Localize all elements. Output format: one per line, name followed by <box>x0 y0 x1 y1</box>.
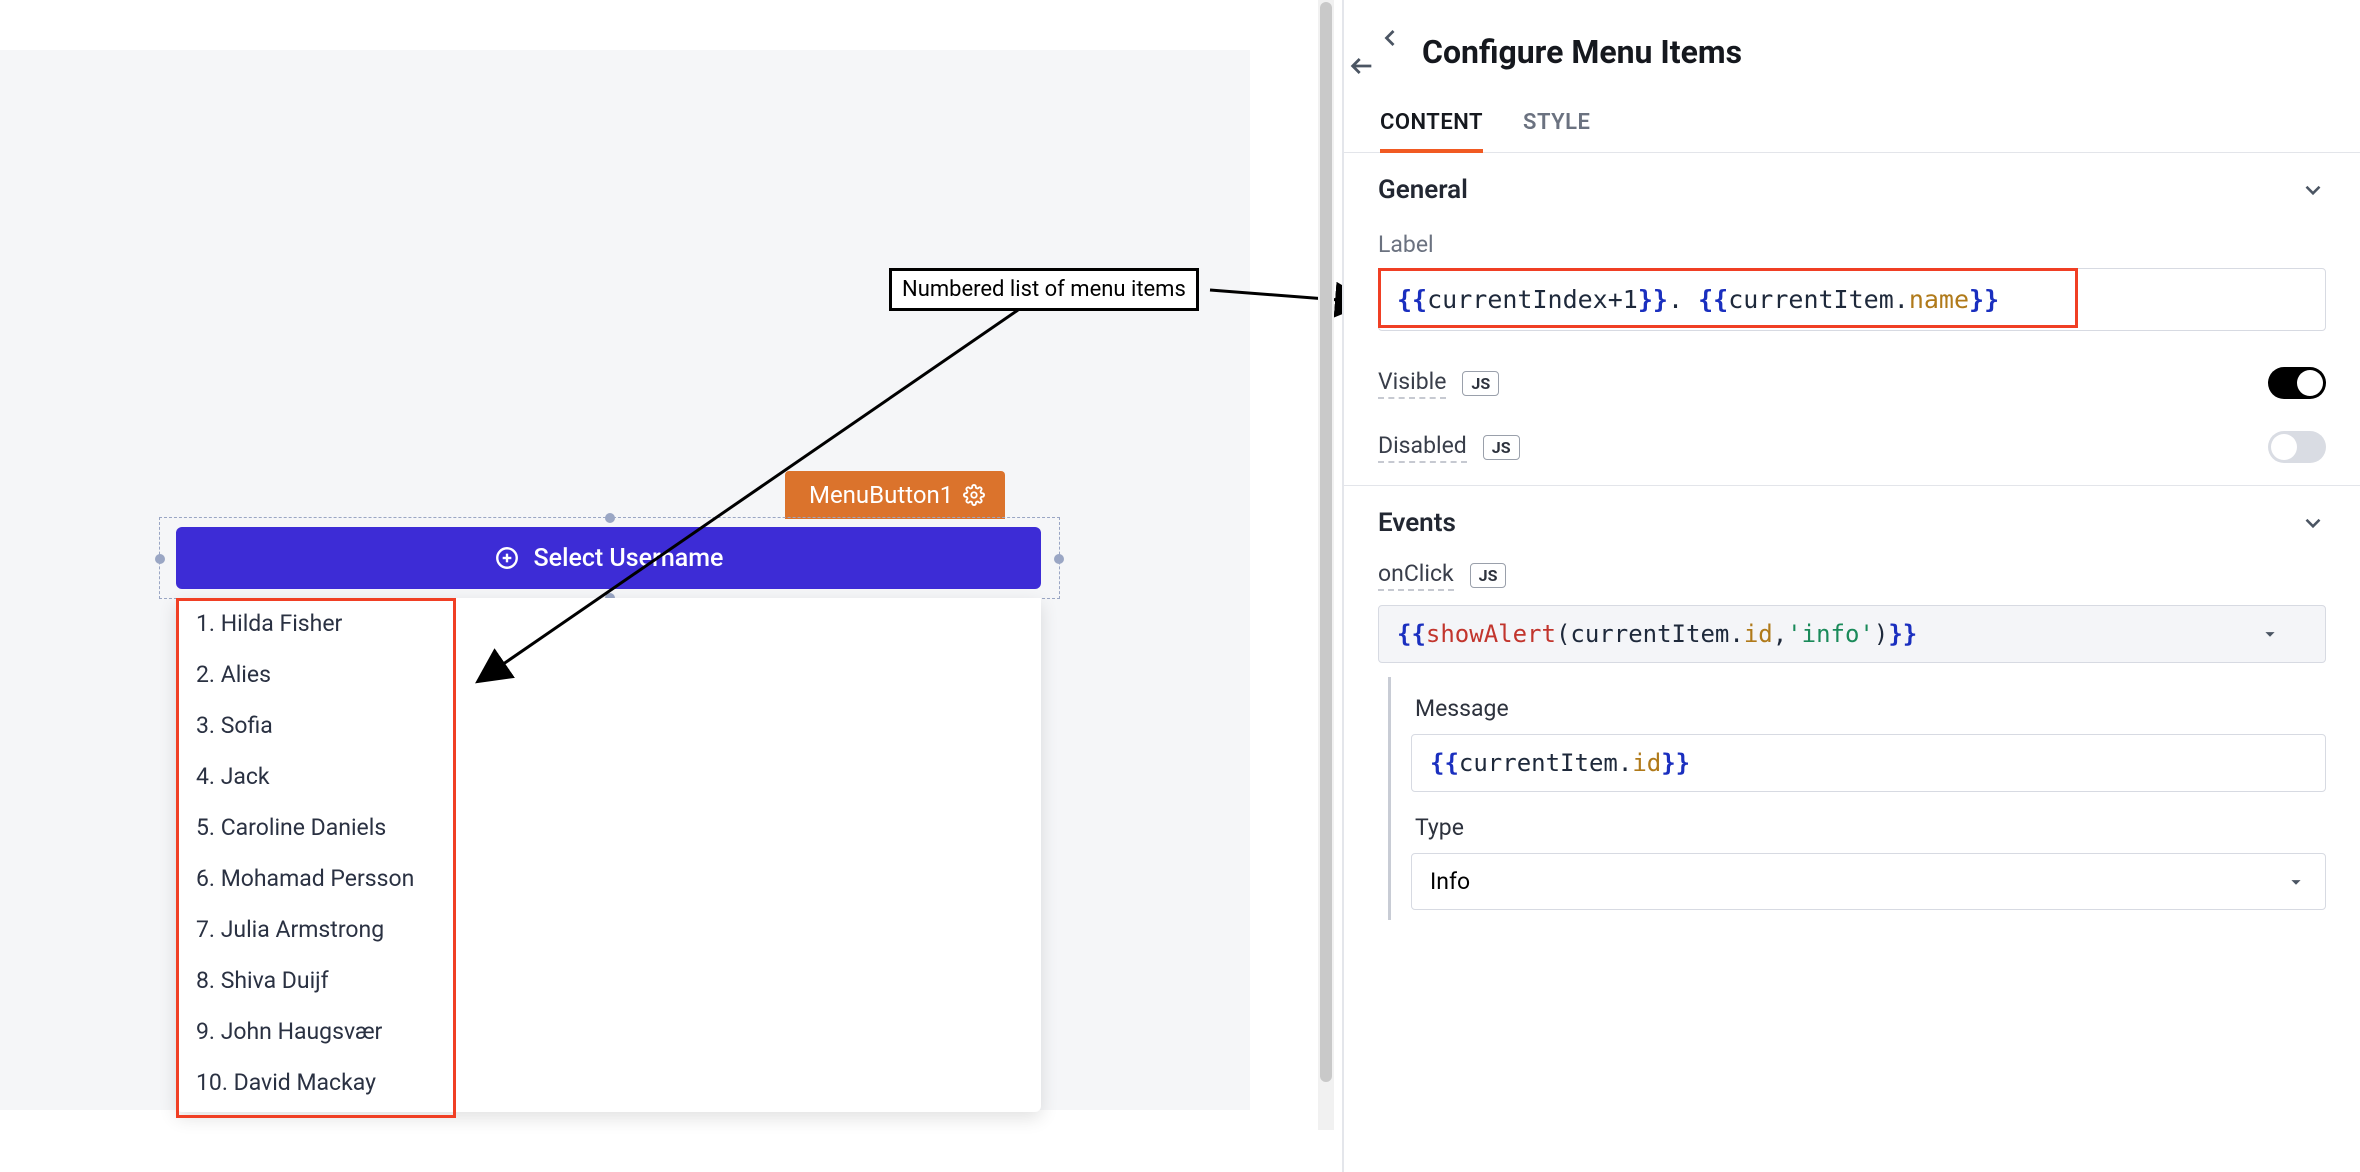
field-label-visible: Visible <box>1378 368 1446 399</box>
menu-item[interactable]: 9. John Haugsvær <box>176 1006 1041 1057</box>
caret-down-icon <box>2285 871 2307 893</box>
menu-button[interactable]: Select Username <box>176 527 1041 589</box>
menu-item[interactable]: 2. Alies <box>176 649 1041 700</box>
js-badge[interactable]: JS <box>1483 435 1520 460</box>
back-arrow-icon[interactable] <box>1376 24 1404 80</box>
js-badge[interactable]: JS <box>1462 371 1499 396</box>
field-label-type: Type <box>1411 792 2326 853</box>
tab-style[interactable]: STYLE <box>1523 110 1590 152</box>
caret-down-icon <box>2259 623 2281 645</box>
resize-handle[interactable] <box>155 554 165 564</box>
scrollbar[interactable] <box>1318 0 1334 1130</box>
onclick-input[interactable]: {{showAlert(currentItem.id,'info')}} <box>1378 605 2326 663</box>
section-title: General <box>1378 175 1468 205</box>
menu-item[interactable]: 5. Caroline Daniels <box>176 802 1041 853</box>
section-general: General Label {{currentIndex+1}}. {{curr… <box>1344 153 2360 486</box>
chevron-down-icon <box>2300 177 2326 203</box>
menu-item[interactable]: 10. David Mackay <box>176 1057 1041 1108</box>
annotation-callout: Numbered list of menu items <box>889 268 1199 311</box>
label-input[interactable]: {{currentIndex+1}}. {{currentItem.name}} <box>1378 268 2326 331</box>
toggle-visible[interactable] <box>2268 367 2326 399</box>
menu-button-label: Select Username <box>534 544 724 573</box>
menu-item[interactable]: 3. Sofia <box>176 700 1041 751</box>
message-input[interactable]: {{currentItem.id}} <box>1411 734 2326 792</box>
type-value: Info <box>1430 868 1470 895</box>
menu-item[interactable]: 7. Julia Armstrong <box>176 904 1041 955</box>
onclick-sub-block: Message {{currentItem.id}} Type Info <box>1388 677 2326 920</box>
tab-content[interactable]: CONTENT <box>1380 110 1483 153</box>
field-label-label: Label <box>1344 227 2360 268</box>
menu-item[interactable]: 1. Hilda Fisher <box>176 598 1041 649</box>
js-badge[interactable]: JS <box>1470 563 1507 588</box>
chevron-down-icon <box>2300 510 2326 536</box>
widget-name-badge[interactable]: MenuButton1 <box>785 471 1005 519</box>
plus-circle-icon <box>494 545 520 571</box>
widget-name-text: MenuButton1 <box>809 481 953 509</box>
menu-dropdown: 1. Hilda Fisher2. Alies3. Sofia4. Jack5.… <box>176 598 1041 1112</box>
property-panel: Configure Menu Items CONTENT STYLE Gener… <box>1344 0 2360 1172</box>
resize-handle[interactable] <box>605 513 615 523</box>
menu-item[interactable]: 4. Jack <box>176 751 1041 802</box>
scrollbar-thumb[interactable] <box>1320 2 1332 1082</box>
type-select[interactable]: Info <box>1411 853 2326 910</box>
canvas: MenuButton1 Select Username 1. Hilda Fis… <box>0 50 1250 1110</box>
panel-header: Configure Menu Items <box>1344 0 2360 90</box>
menu-item[interactable]: 8. Shiva Duijf <box>176 955 1041 1006</box>
annotation-text: Numbered list of menu items <box>902 277 1186 302</box>
panel-tabs: CONTENT STYLE <box>1344 90 2360 153</box>
field-label-onclick: onClick <box>1378 560 1454 591</box>
section-events: Events onClick JS {{showAlert(currentIte… <box>1344 486 2360 920</box>
panel-title: Configure Menu Items <box>1422 33 1742 71</box>
section-head-general[interactable]: General <box>1344 153 2360 227</box>
section-title: Events <box>1378 508 1456 538</box>
menu-item[interactable]: 6. Mohamad Persson <box>176 853 1041 904</box>
field-label-message: Message <box>1411 687 2326 734</box>
toggle-disabled[interactable] <box>2268 431 2326 463</box>
field-label-disabled: Disabled <box>1378 432 1467 463</box>
onclick-code: {{showAlert(currentItem.id,'info')}} <box>1397 620 1917 648</box>
section-head-events[interactable]: Events <box>1344 486 2360 560</box>
gear-icon[interactable] <box>963 484 985 506</box>
resize-handle[interactable] <box>1054 554 1064 564</box>
